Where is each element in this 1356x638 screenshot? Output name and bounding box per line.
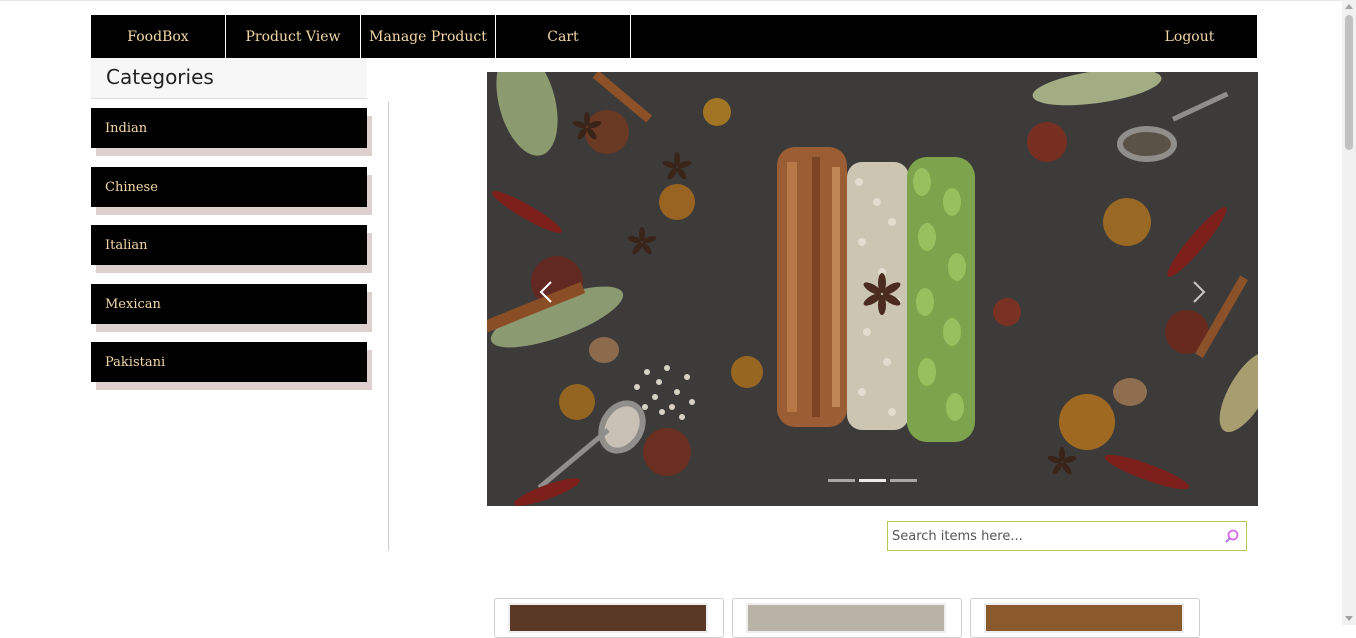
product-card[interactable] — [732, 598, 962, 638]
category-pakistani[interactable]: Pakistani — [91, 342, 367, 382]
category-chinese[interactable]: Chinese — [91, 167, 367, 207]
search-input[interactable] — [892, 525, 1222, 547]
logout-link[interactable]: Logout — [1122, 15, 1257, 58]
search-box — [887, 521, 1247, 551]
navbar: FoodBox Product View Manage Product Cart… — [91, 15, 1257, 58]
spices-slide-image — [487, 72, 1258, 506]
scroll-down-icon[interactable] — [1345, 616, 1353, 621]
nav-cart-link[interactable]: Cart — [496, 15, 631, 58]
product-card[interactable] — [970, 598, 1200, 638]
carousel-indicator[interactable] — [859, 479, 886, 482]
scrollbar-thumb[interactable] — [1345, 15, 1353, 150]
search-icon[interactable] — [1224, 528, 1240, 544]
top-border — [0, 0, 1356, 1]
carousel-prev-icon[interactable] — [527, 272, 567, 312]
image-carousel[interactable] — [487, 72, 1258, 506]
categories-title: Categories — [106, 65, 214, 89]
product-card[interactable] — [494, 598, 724, 638]
category-italian[interactable]: Italian — [91, 225, 367, 265]
page-scrollbar[interactable] — [1342, 0, 1356, 625]
carousel-next-icon[interactable] — [1178, 272, 1218, 312]
carousel-indicator[interactable] — [890, 479, 917, 482]
nav-manage-product-link[interactable]: Manage Product — [361, 15, 496, 58]
sidebar-divider — [388, 101, 389, 551]
product-image — [984, 603, 1184, 633]
category-mexican[interactable]: Mexican — [91, 284, 367, 324]
scroll-up-icon[interactable] — [1345, 4, 1353, 9]
category-indian[interactable]: Indian — [91, 108, 367, 148]
carousel-indicators — [487, 479, 1258, 482]
product-image — [746, 603, 946, 633]
nav-product-view-link[interactable]: Product View — [226, 15, 361, 58]
carousel-indicator[interactable] — [828, 479, 855, 482]
product-image — [508, 603, 708, 633]
nav-brand-link[interactable]: FoodBox — [91, 15, 226, 58]
categories-header: Categories — [91, 58, 367, 99]
